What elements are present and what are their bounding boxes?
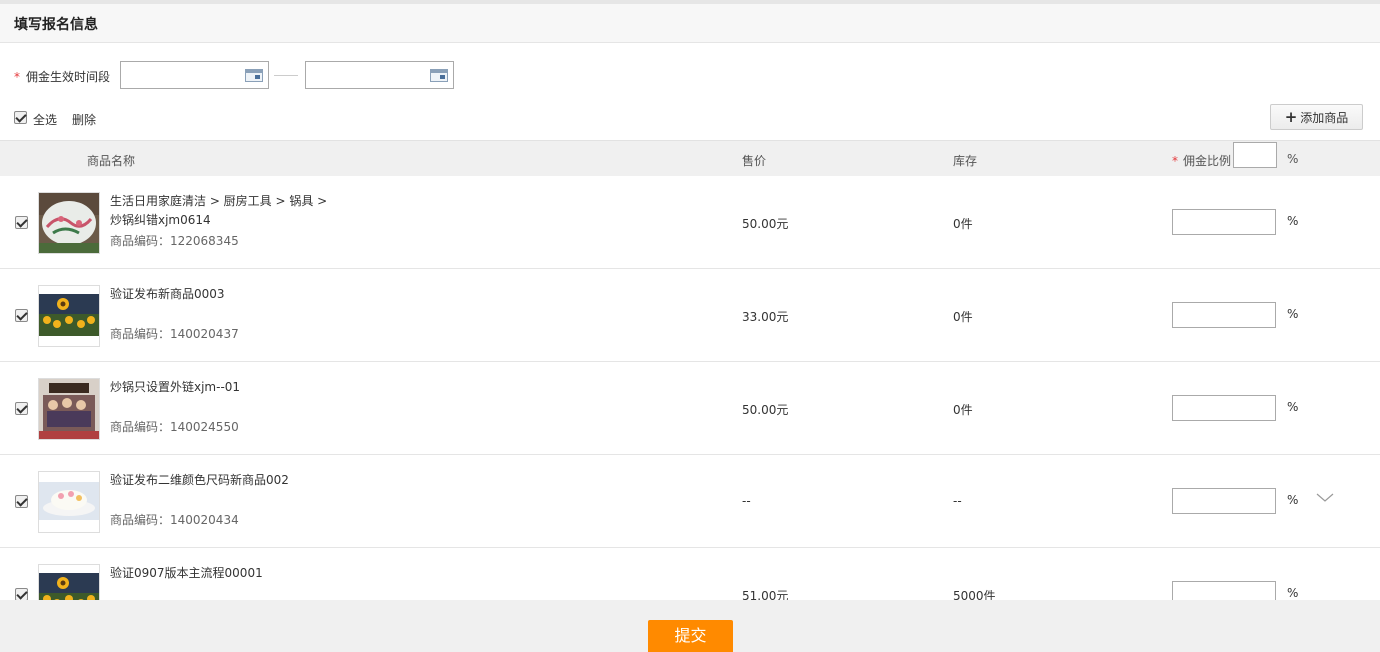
product-name: 炒锅只设置外链xjm--01 [110,380,241,394]
table-row: 验证发布二维颜色尺码新商品002 商品编码：140020434 -- -- % [0,455,1380,548]
start-date-field[interactable] [120,61,269,89]
table-row: 生活日用家庭清洁 > 厨房工具 > 锅具 > 炒锅纠错xjm0614 商品编码：… [0,176,1380,269]
column-header-price: 售价 [742,154,767,168]
calendar-icon[interactable] [430,69,448,82]
row-checkbox[interactable] [15,588,28,600]
required-mark: * [14,70,20,84]
percent-sign: % [1287,493,1299,507]
commission-ratio-input[interactable] [1172,581,1276,600]
end-date-field[interactable] [305,61,454,89]
chevron-down-icon[interactable] [1316,493,1334,503]
commission-ratio-input[interactable] [1172,209,1276,235]
product-thumbnail[interactable] [38,192,100,254]
product-thumbnail[interactable] [38,285,100,347]
product-price: 51.00元 [742,589,789,600]
column-header-ratio: * 佣金比例 [1172,154,1232,168]
anime-poster-image [39,379,99,439]
product-thumbnail[interactable] [38,471,100,533]
select-all-checkbox[interactable] [14,111,27,124]
table-row: 炒锅只设置外链xjm--01 商品编码：140024550 50.00元 0件 … [0,362,1380,455]
date-range-separator [274,75,298,76]
required-mark: * [1172,154,1178,168]
table-row: 验证发布新商品0003 商品编码：140020437 33.00元 0件 % [0,269,1380,362]
sunflower-image [39,286,99,346]
percent-sign: % [1287,214,1299,228]
percent-sign: % [1287,307,1299,321]
select-all-label[interactable]: 全选 [33,111,57,128]
add-product-button[interactable]: + 添加商品 [1270,104,1363,130]
submit-button[interactable]: 提交 [648,620,733,652]
percent-sign: % [1287,152,1299,166]
calendar-icon[interactable] [245,69,263,82]
commission-period-label: * 佣金生效时间段 [14,70,111,84]
delete-link[interactable]: 删除 [72,111,96,128]
start-date-input[interactable] [123,64,241,86]
product-name: 验证0907版本主流程00001 [110,566,263,580]
product-name: 验证发布二维颜色尺码新商品002 [110,473,289,487]
commission-ratio-input[interactable] [1172,302,1276,328]
product-stock: 5000件 [953,589,996,600]
table-toolbar: 全选 删除 + 添加商品 [14,104,1366,130]
product-code: 商品编码：122068345 [110,234,239,248]
commission-ratio-input[interactable] [1172,395,1276,421]
product-thumbnail[interactable] [38,564,100,600]
product-thumbnail[interactable] [38,378,100,440]
commission-ratio-input[interactable] [1172,488,1276,514]
product-price: 33.00元 [742,310,789,324]
section-header: 填写报名信息 [0,4,1380,43]
dessert-image [39,472,99,532]
umbrella-image [39,193,99,253]
percent-sign: % [1287,586,1299,600]
column-header-stock: 库存 [953,154,978,168]
table-row: 验证0907版本主流程00001 51.00元 5000件 % [0,548,1380,600]
sunflower-image [39,565,99,600]
product-list: 生活日用家庭清洁 > 厨房工具 > 锅具 > 炒锅纠错xjm0614 商品编码：… [0,176,1380,600]
row-checkbox[interactable] [15,216,28,229]
product-stock: 0件 [953,217,973,231]
row-checkbox[interactable] [15,309,28,322]
plus-icon: + [1284,108,1298,126]
product-name: 生活日用家庭清洁 > 厨房工具 > 锅具 > 炒锅纠错xjm0614 [110,194,328,227]
row-checkbox[interactable] [15,402,28,415]
column-header-name: 商品名称 [87,154,136,168]
product-stock: 0件 [953,403,973,417]
product-stock: 0件 [953,310,973,324]
row-checkbox[interactable] [15,495,28,508]
product-code: 商品编码：140024550 [110,420,239,434]
commission-period-row: * 佣金生效时间段 [14,61,474,89]
product-price: 50.00元 [742,217,789,231]
product-price: -- [742,494,751,508]
table-header: 商品名称 售价 库存 * 佣金比例 % [0,140,1380,176]
product-code: 商品编码：140020437 [110,327,239,341]
footer-bar: 提交 [0,600,1380,652]
product-code: 商品编码：140020434 [110,513,239,527]
product-stock: -- [953,494,962,508]
product-price: 50.00元 [742,403,789,417]
end-date-input[interactable] [308,64,426,86]
product-name: 验证发布新商品0003 [110,287,225,301]
percent-sign: % [1287,400,1299,414]
page-title: 填写报名信息 [14,17,98,33]
bulk-ratio-input[interactable] [1233,142,1277,168]
